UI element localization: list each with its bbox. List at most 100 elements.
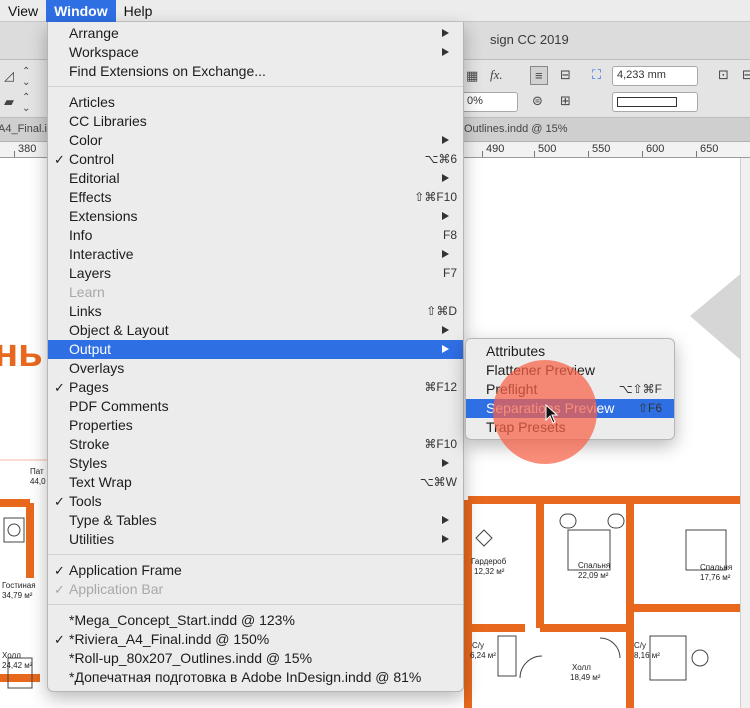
menu-item-control[interactable]: ✓ Control ⌥⌘6 (48, 150, 463, 169)
align-icon[interactable]: ⊟ (560, 67, 571, 83)
submenu-arrow-icon (442, 345, 449, 353)
menu-item-label: Color (69, 132, 103, 148)
menu-item-stroke[interactable]: Stroke ⌘F10 (48, 435, 463, 454)
submenu-arrow-icon (442, 459, 449, 467)
submenu-arrow-icon (442, 516, 449, 524)
menu-item-application-bar: ✓ Application Bar (48, 580, 463, 599)
room-area: 8,16 м² (634, 651, 660, 660)
stepper-icon-2[interactable]: ⌃ ⌄ (22, 92, 30, 114)
submenu-arrow-icon (442, 326, 449, 334)
tab-rollup[interactable]: Outlines.indd @ 15% (464, 123, 568, 135)
menu-separator (48, 554, 463, 555)
grid-icon[interactable]: ▦ (466, 68, 478, 84)
menu-item-tools[interactable]: ✓ Tools (48, 492, 463, 511)
menu-item-styles[interactable]: Styles (48, 454, 463, 473)
menu-item-adobe-indesign-indd-81[interactable]: *Допечатная подготовка в Adobe InDesign.… (48, 668, 463, 687)
room-area: 22,09 м² (578, 571, 609, 580)
room-area: 24,42 м² (2, 661, 33, 670)
dimension-field[interactable]: 4,233 mm (612, 66, 698, 86)
menu-item-pdf-comments[interactable]: PDF Comments (48, 397, 463, 416)
vertical-scrollbar[interactable] (740, 158, 750, 708)
menu-item-utilities[interactable]: Utilities (48, 530, 463, 549)
reference-point-icon[interactable]: ⊡ (718, 67, 729, 83)
menu-item-editorial[interactable]: Editorial (48, 169, 463, 188)
menu-item-label: PDF Comments (69, 398, 169, 414)
menu-item-text-wrap[interactable]: Text Wrap ⌥⌘W (48, 473, 463, 492)
menu-item-roll-up-80x207-outlines-indd-15[interactable]: *Roll-up_80x207_Outlines.indd @ 15% (48, 649, 463, 668)
menu-item-label: Interactive (69, 246, 134, 262)
checkmark-icon: ✓ (54, 152, 65, 167)
menu-item-label: *Roll-up_80x207_Outlines.indd @ 15% (69, 650, 313, 666)
submenu-arrow-icon (442, 48, 449, 56)
submenu-item-trap-presets[interactable]: Trap Presets (466, 418, 674, 437)
menu-window[interactable]: Window (46, 0, 116, 22)
menu-item-label: Extensions (69, 208, 138, 224)
menu-item-effects[interactable]: Effects ⇧⌘F10 (48, 188, 463, 207)
menu-item-label: Styles (69, 455, 108, 471)
menu-item-cc-libraries[interactable]: CC Libraries (48, 112, 463, 131)
percent-field[interactable]: 0% (462, 92, 518, 112)
stepper-icon[interactable]: ⌃ ⌄ (22, 66, 30, 88)
menu-help[interactable]: Help (116, 0, 161, 22)
menu-item-label: Utilities (69, 531, 115, 547)
align-middle-icon[interactable]: ⊜ (532, 93, 543, 109)
menu-item-properties[interactable]: Properties (48, 416, 463, 435)
room-name: Холл (572, 663, 591, 672)
menu-item-arrange[interactable]: Arrange (48, 24, 463, 43)
room-area: 34,79 м² (2, 591, 33, 600)
menu-item-find-extensions-on-exchange[interactable]: Find Extensions on Exchange... (48, 62, 463, 81)
stroke-style-dropdown[interactable] (612, 92, 698, 112)
shortcut-label: ⌥⇧⌘F (618, 382, 662, 396)
rotate-icon[interactable]: ◿ (4, 68, 14, 84)
menu-item-interactive[interactable]: Interactive (48, 245, 463, 264)
menu-item-links[interactable]: Links ⇧⌘D (48, 302, 463, 321)
shortcut-label: ⇧⌘D (426, 304, 457, 318)
submenu-item-preflight[interactable]: Preflight ⌥⇧⌘F (466, 380, 674, 399)
menu-item-mega-concept-start-indd-123[interactable]: *Mega_Concept_Start.indd @ 123% (48, 611, 463, 630)
menu-item-color[interactable]: Color (48, 131, 463, 150)
menu-item-output[interactable]: Output (48, 340, 463, 359)
menu-item-articles[interactable]: Articles (48, 93, 463, 112)
menu-item-overlays[interactable]: Overlays (48, 359, 463, 378)
menu-bar: View Window Help (0, 0, 750, 22)
menu-item-layers[interactable]: Layers F7 (48, 264, 463, 283)
submenu-arrow-icon (442, 29, 449, 37)
checkmark-icon: ✓ (54, 632, 65, 647)
fx-icon[interactable]: fx. (490, 67, 503, 83)
submenu-item-separations-preview[interactable]: Separations Preview ⇧F6 (466, 399, 674, 418)
window-title: sign CC 2019 (490, 32, 569, 47)
menu-item-riviera-a4-final-indd-150[interactable]: ✓ *Riviera_A4_Final.indd @ 150% (48, 630, 463, 649)
menu-item-info[interactable]: Info F8 (48, 226, 463, 245)
menu-item-workspace[interactable]: Workspace (48, 43, 463, 62)
shortcut-label: ⇧⌘F10 (414, 190, 457, 204)
menu-item-label: Object & Layout (69, 322, 169, 338)
menu-view[interactable]: View (0, 0, 46, 22)
ruler-label: 600 (646, 143, 665, 155)
menu-item-object-layout[interactable]: Object & Layout (48, 321, 463, 340)
menu-item-label: *Допечатная подготовка в Adobe InDesign.… (69, 669, 422, 685)
menu-separator (48, 86, 463, 87)
menu-item-application-frame[interactable]: ✓ Application Frame (48, 561, 463, 580)
shear-icon[interactable]: ▰ (4, 94, 14, 110)
submenu-arrow-icon (442, 136, 449, 144)
menu-item-extensions[interactable]: Extensions (48, 207, 463, 226)
room-name: С/у (472, 641, 484, 650)
menu-item-pages[interactable]: ✓ Pages ⌘F12 (48, 378, 463, 397)
ruler-label: 550 (592, 143, 611, 155)
checkmark-icon: ✓ (54, 380, 65, 395)
align-center-icon[interactable]: ≡ (530, 66, 548, 85)
menu-item-label: Workspace (69, 44, 139, 60)
more-icon[interactable]: ⊟ (742, 67, 750, 83)
checkmark-icon: ✓ (54, 563, 65, 578)
menu-item-type-tables[interactable]: Type & Tables (48, 511, 463, 530)
menu-item-label: Find Extensions on Exchange... (69, 63, 266, 79)
room-name: Холл (2, 651, 21, 660)
shortcut-label: ⌘F10 (424, 437, 457, 451)
frame-fit-icon[interactable]: ⛶ (592, 67, 601, 83)
align-bottom-icon[interactable]: ⊞ (560, 93, 571, 109)
submenu-item-attributes[interactable]: Attributes (466, 342, 674, 361)
submenu-item-flattener-preview[interactable]: Flattener Preview (466, 361, 674, 380)
checkmark-icon: ✓ (54, 494, 65, 509)
menu-item-label: Articles (69, 94, 115, 110)
menu-item-label: Text Wrap (69, 474, 132, 490)
